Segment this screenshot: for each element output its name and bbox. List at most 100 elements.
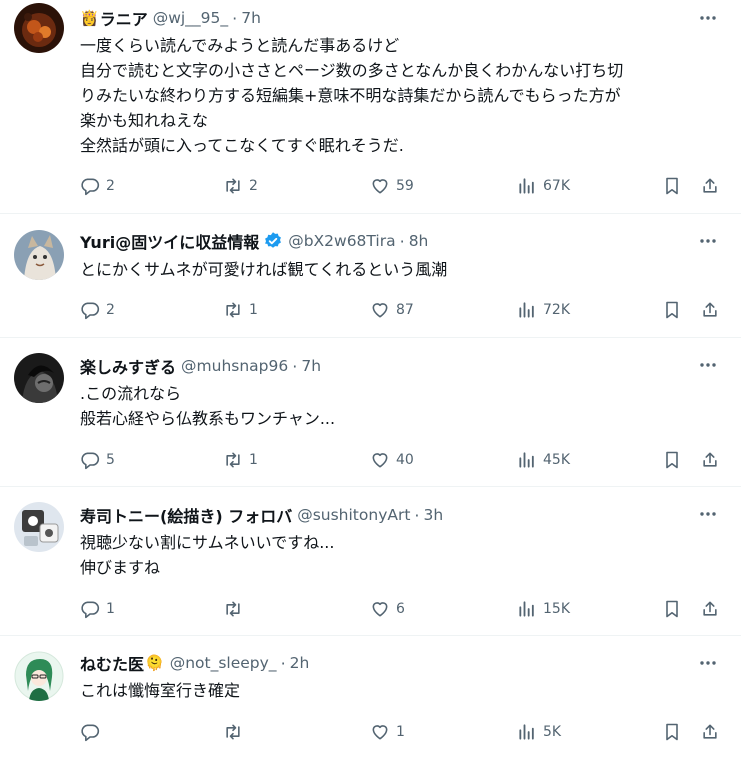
bookmark-button[interactable] (662, 597, 682, 621)
avatar[interactable] (14, 3, 64, 53)
share-button[interactable] (700, 720, 720, 744)
retweet-count: 1 (249, 452, 258, 468)
reply-count: 1 (106, 601, 115, 617)
retweet-count: 1 (249, 302, 258, 318)
bookmark-button[interactable] (662, 448, 682, 472)
action-bar: 1 6 15K (80, 597, 721, 621)
tweet-text-line: 一度くらい読んでみようと読んだ事あるけど (80, 36, 400, 55)
heart-icon (372, 303, 388, 318)
display-name[interactable]: 寿司トニー(絵描き) フォロバ (80, 503, 292, 527)
user-handle[interactable]: @muhsnap96 (181, 357, 288, 375)
retweet-button[interactable]: 2 (223, 174, 258, 198)
reply-button[interactable]: 2 (80, 174, 115, 198)
retweet-icon (226, 724, 240, 740)
reply-count: 5 (106, 452, 115, 468)
tweet-text-line: 自分で読むと文字の小ささとページ数の多さとなんか良くわかんない打ち切 (80, 61, 624, 80)
share-icon (703, 724, 717, 739)
retweet-icon (226, 452, 240, 468)
more-options-icon[interactable] (697, 7, 719, 29)
action-bar: 5 1 40 45K (80, 448, 721, 472)
like-button[interactable]: 59 (370, 174, 414, 198)
display-name[interactable]: ねむた医 (80, 651, 144, 675)
retweet-icon (226, 601, 240, 617)
like-button[interactable]: 6 (370, 597, 405, 621)
bookmark-button[interactable] (662, 298, 682, 322)
views-button[interactable]: 15K (517, 597, 570, 621)
tweet-text-line: とにかくサムネが可愛ければ観てくれるという風潮 (80, 260, 448, 279)
reply-button[interactable] (80, 720, 106, 744)
views-button[interactable]: 72K (517, 298, 570, 322)
timestamp[interactable]: 7h (301, 357, 321, 375)
tweet[interactable]: 寿司トニー(絵描き) フォロバ @sushitonyArt · 3h 視聴少ない… (0, 487, 741, 636)
tweet[interactable]: ねむた医 🫠 @not_sleepy_ · 2h これは懺悔室行き確定 1 5K (0, 636, 741, 762)
more-options-icon[interactable] (697, 652, 719, 674)
views-button[interactable]: 5K (517, 720, 561, 744)
like-button[interactable]: 40 (370, 448, 414, 472)
user-handle[interactable]: @wj__95_ (153, 9, 228, 27)
tweet-text: とにかくサムネが可愛ければ観てくれるという風潮 (80, 257, 711, 282)
like-button[interactable]: 87 (370, 298, 414, 322)
heart-icon (372, 725, 388, 740)
reply-button[interactable]: 1 (80, 597, 115, 621)
avatar[interactable] (14, 230, 64, 280)
tweet-text-line: 全然話が頭に入ってこなくてすぐ眠れそうだ. (80, 136, 404, 155)
tweet-text-line: 視聴少ない割にサムネいいですね... (80, 533, 335, 552)
avatar[interactable] (14, 353, 64, 403)
more-options-icon[interactable] (697, 354, 719, 376)
tweet-text-line: これは懺悔室行き確定 (80, 681, 241, 700)
like-count: 40 (396, 452, 414, 468)
bookmark-icon (666, 723, 678, 741)
retweet-button[interactable]: 1 (223, 448, 258, 472)
user-handle[interactable]: @sushitonyArt (297, 506, 410, 524)
views-count: 67K (543, 178, 570, 194)
user-handle[interactable]: @bX2w68Tira (288, 232, 395, 250)
retweet-count: 2 (249, 178, 258, 194)
tweet[interactable]: 👸 ラニア @wj__95_ · 7h 一度くらい読んでみようと読んだ事あるけど… (0, 0, 741, 214)
display-name[interactable]: 楽しみすぎる (80, 354, 176, 378)
separator-dot: · (232, 8, 238, 28)
like-button[interactable]: 1 (370, 720, 405, 744)
timestamp[interactable]: 7h (241, 9, 261, 27)
views-button[interactable]: 67K (517, 174, 570, 198)
tweet-text: 視聴少ない割にサムネいいですね... 伸びますね (80, 530, 711, 580)
bookmark-icon (666, 600, 678, 618)
bookmark-button[interactable] (662, 174, 682, 198)
timestamp[interactable]: 2h (290, 654, 310, 672)
share-button[interactable] (700, 448, 720, 472)
tweet[interactable]: Yuri@固ツイに収益情報 @bX2w68Tira · 8h とにかくサムネが可… (0, 214, 741, 338)
tweet-text: これは懺悔室行き確定 (80, 678, 711, 703)
bookmark-icon (666, 451, 678, 469)
views-icon (519, 178, 534, 194)
share-button[interactable] (700, 174, 720, 198)
views-icon (519, 724, 534, 740)
tweet-text-line: りみたいな終わり方する短編集+意味不明な詩集だから読んでもらった方が (80, 86, 621, 105)
retweet-button[interactable] (223, 720, 249, 744)
display-name[interactable]: ラニア (100, 6, 148, 30)
tweet[interactable]: 楽しみすぎる @muhsnap96 · 7h .この流れなら 般若心経やら仏教系… (0, 338, 741, 487)
display-name[interactable]: Yuri@固ツイに収益情報 (80, 229, 259, 253)
share-button[interactable] (700, 597, 720, 621)
views-button[interactable]: 45K (517, 448, 570, 472)
views-icon (519, 601, 534, 617)
user-handle[interactable]: @not_sleepy_ (170, 654, 277, 672)
reply-button[interactable]: 2 (80, 298, 115, 322)
avatar[interactable] (14, 502, 64, 552)
more-options-icon[interactable] (697, 230, 719, 252)
bookmark-icon (666, 177, 678, 195)
retweet-button[interactable] (223, 597, 249, 621)
reply-button[interactable]: 5 (80, 448, 115, 472)
avatar[interactable] (14, 651, 64, 701)
tweet-text-line: 楽かも知れねえな (80, 111, 209, 130)
tweet-header: Yuri@固ツイに収益情報 @bX2w68Tira · 8h (80, 229, 428, 253)
heart-icon (372, 602, 388, 617)
views-count: 45K (543, 452, 570, 468)
timestamp[interactable]: 8h (409, 232, 429, 250)
action-bar: 1 5K (80, 720, 721, 744)
timestamp[interactable]: 3h (424, 506, 444, 524)
tweet-header: 寿司トニー(絵描き) フォロバ @sushitonyArt · 3h (80, 503, 443, 527)
retweet-button[interactable]: 1 (223, 298, 258, 322)
share-button[interactable] (700, 298, 720, 322)
more-options-icon[interactable] (697, 503, 719, 525)
share-icon (703, 302, 717, 317)
bookmark-button[interactable] (662, 720, 682, 744)
